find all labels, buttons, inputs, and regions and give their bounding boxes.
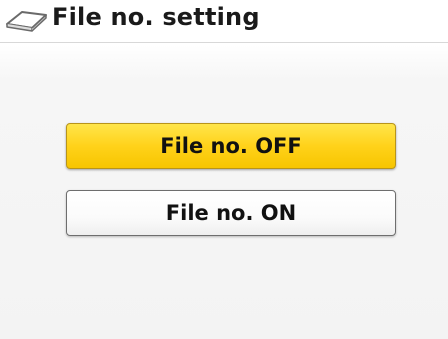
lcd-screen: File no. setting File no. OFF File no. O… (0, 0, 448, 339)
file-no-on-button[interactable]: File no. ON (66, 190, 396, 236)
file-no-off-button[interactable]: File no. OFF (66, 123, 396, 169)
page-title: File no. setting (52, 3, 260, 31)
title-bar: File no. setting (0, 0, 448, 43)
photo-paper-icon (4, 6, 50, 34)
